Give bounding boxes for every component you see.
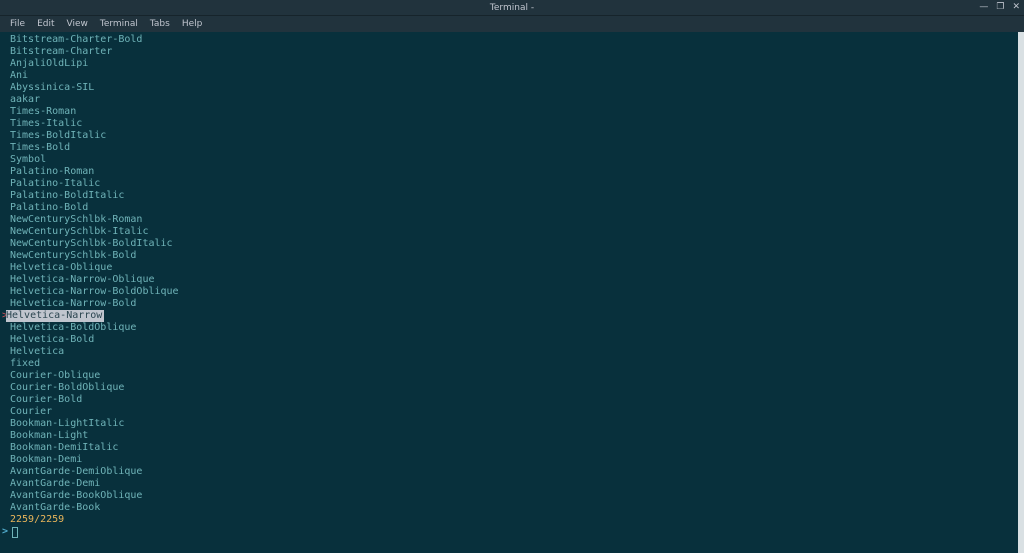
list-item: Bookman-DemiItalic xyxy=(0,442,1024,454)
list-item: AnjaliOldLipi xyxy=(0,58,1024,70)
list-item: AvantGarde-Book xyxy=(0,502,1024,514)
minimize-icon[interactable]: — xyxy=(977,3,990,12)
selected-text: Helvetica-Narrow xyxy=(6,310,104,322)
list-item: Times-Roman xyxy=(0,106,1024,118)
menu-edit[interactable]: Edit xyxy=(31,18,60,30)
close-icon[interactable]: ✕ xyxy=(1010,3,1022,12)
list-item: Palatino-Bold xyxy=(0,202,1024,214)
list-item: Ani xyxy=(0,70,1024,82)
list-item: Times-Bold xyxy=(0,142,1024,154)
list-item: Bookman-Demi xyxy=(0,454,1024,466)
list-item: AvantGarde-BookOblique xyxy=(0,490,1024,502)
list-item: Times-Italic xyxy=(0,118,1024,130)
list-item: Bookman-LightItalic xyxy=(0,418,1024,430)
list-item: Helvetica-Narrow-Bold xyxy=(0,298,1024,310)
list-item: Helvetica xyxy=(0,346,1024,358)
match-count: 2259/2259 xyxy=(0,514,1024,526)
list-item: AvantGarde-Demi xyxy=(0,478,1024,490)
list-item: Helvetica-Oblique xyxy=(0,262,1024,274)
window-controls: — ❐ ✕ xyxy=(977,3,1022,12)
list-item-selected: > Helvetica-Narrow xyxy=(0,310,1024,322)
list-item: aakar xyxy=(0,94,1024,106)
scrollbar[interactable] xyxy=(1018,32,1024,553)
menu-help[interactable]: Help xyxy=(176,18,209,30)
list-item: NewCenturySchlbk-Roman xyxy=(0,214,1024,226)
window-titlebar: Terminal - — ❐ ✕ xyxy=(0,0,1024,16)
list-item: Helvetica-Narrow-Oblique xyxy=(0,274,1024,286)
terminal-area[interactable]: Bitstream-Charter-Bold Bitstream-Charter… xyxy=(0,32,1024,553)
list-item: fixed xyxy=(0,358,1024,370)
prompt-line[interactable]: > xyxy=(0,526,1024,538)
window-title: Terminal - xyxy=(490,3,534,13)
list-item: Palatino-BoldItalic xyxy=(0,190,1024,202)
menu-terminal[interactable]: Terminal xyxy=(94,18,144,30)
list-item: Bitstream-Charter-Bold xyxy=(0,34,1024,46)
list-item: Palatino-Italic xyxy=(0,178,1024,190)
maximize-icon[interactable]: ❐ xyxy=(994,3,1006,12)
menu-tabs[interactable]: Tabs xyxy=(144,18,176,30)
menu-file[interactable]: File xyxy=(4,18,31,30)
list-item: Courier xyxy=(0,406,1024,418)
menubar: File Edit View Terminal Tabs Help xyxy=(0,16,1024,32)
list-item: Times-BoldItalic xyxy=(0,130,1024,142)
list-item: Helvetica-Narrow-BoldOblique xyxy=(0,286,1024,298)
cursor xyxy=(12,527,18,538)
prompt-icon: > xyxy=(2,526,8,538)
list-item: Abyssinica-SIL xyxy=(0,82,1024,94)
list-item: Bookman-Light xyxy=(0,430,1024,442)
list-item: Palatino-Roman xyxy=(0,166,1024,178)
list-item: Helvetica-BoldOblique xyxy=(0,322,1024,334)
list-item: NewCenturySchlbk-Italic xyxy=(0,226,1024,238)
list-item: NewCenturySchlbk-Bold xyxy=(0,250,1024,262)
list-item: Symbol xyxy=(0,154,1024,166)
list-item: Helvetica-Bold xyxy=(0,334,1024,346)
list-item: Courier-BoldOblique xyxy=(0,382,1024,394)
list-item: NewCenturySchlbk-BoldItalic xyxy=(0,238,1024,250)
list-item: AvantGarde-DemiOblique xyxy=(0,466,1024,478)
menu-view[interactable]: View xyxy=(61,18,94,30)
list-item: Bitstream-Charter xyxy=(0,46,1024,58)
list-item: Courier-Bold xyxy=(0,394,1024,406)
list-item: Courier-Oblique xyxy=(0,370,1024,382)
